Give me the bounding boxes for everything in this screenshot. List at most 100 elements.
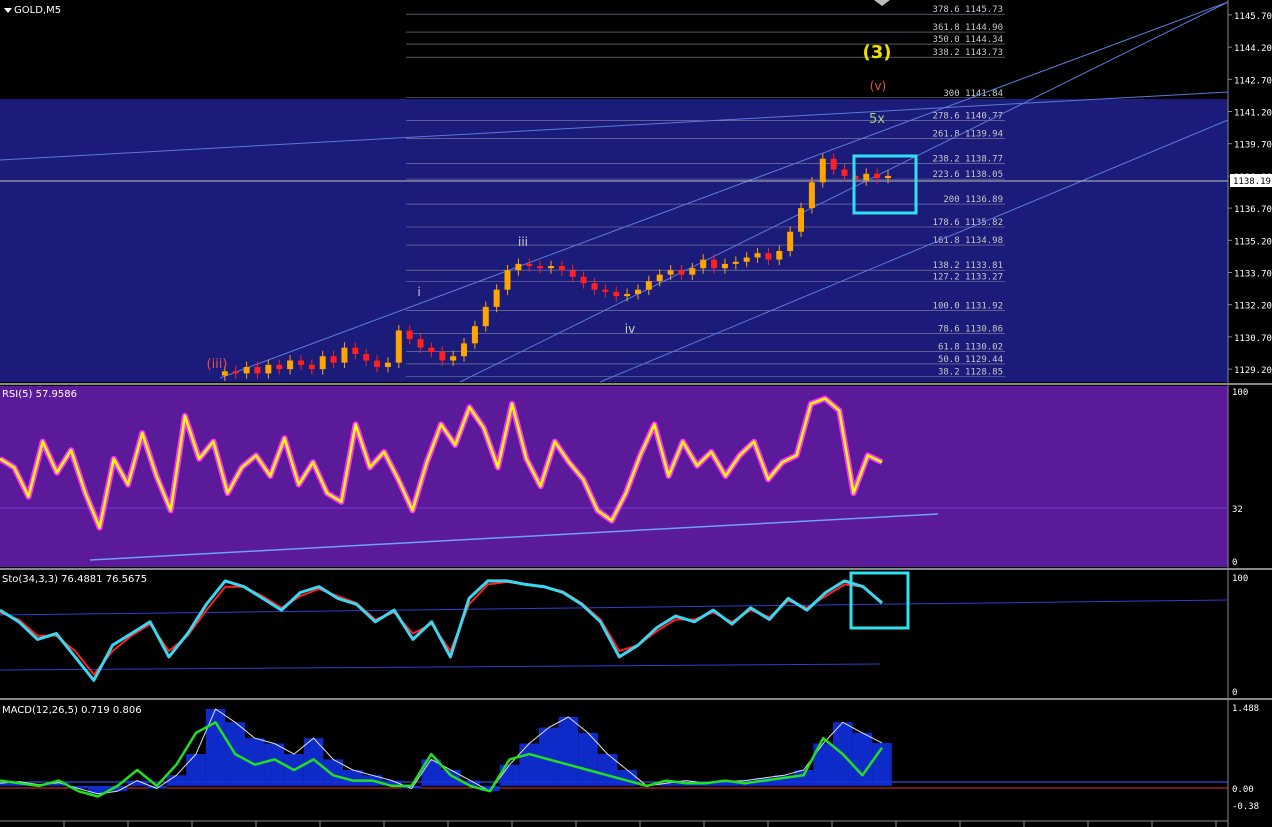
candle-body (341, 347, 348, 363)
macd-axis-zero: 0.00 (1232, 785, 1254, 795)
candle-body (287, 360, 294, 370)
candle-body (645, 281, 652, 290)
fib-level-label: 178.6 1135.82 (933, 218, 1003, 228)
fib-level-label: 361.8 1144.90 (933, 23, 1003, 33)
candle-body (808, 182, 815, 209)
candle-body (439, 351, 446, 361)
candle-body (754, 253, 761, 258)
macd-histogram-bar (205, 709, 226, 786)
stochastic-panel[interactable] (0, 571, 1228, 697)
fib-level-label: 238.2 1138.77 (933, 155, 1003, 165)
fib-level-label: 138.2 1133.81 (933, 261, 1003, 271)
candle-body (308, 364, 315, 370)
rsi-title: RSI(5) 57.9586 (2, 389, 77, 400)
candle-body (558, 266, 565, 271)
candle-body (297, 360, 304, 365)
macd-axis-min: -0.38 (1232, 802, 1259, 812)
candle-body (319, 356, 326, 370)
macd-histogram-bar (186, 754, 206, 786)
candle-body (863, 173, 870, 181)
price-axis-label: 1144.20 (1234, 44, 1272, 54)
fib-level-label: 200 1136.89 (943, 195, 1003, 205)
candle-body (711, 259, 718, 269)
price-axis-label: 1130.70 (1234, 334, 1272, 344)
price-axis-label: 1129.20 (1234, 366, 1272, 376)
candle-body (765, 253, 772, 260)
candle-body (276, 364, 283, 370)
wave-label: iii (518, 235, 528, 249)
sto-title: Sto(34,3,3) 76.4881 76.5675 (2, 574, 147, 585)
macd-histogram-bar (519, 743, 539, 786)
candle-body (406, 330, 413, 340)
candle-body (450, 356, 457, 361)
fib-level-label: 350.0 1144.34 (933, 35, 1003, 45)
candle-body (841, 169, 848, 176)
candle-body (689, 268, 696, 275)
candle-body (830, 158, 837, 170)
price-axis-label: 1142.70 (1234, 76, 1272, 86)
candle-body (721, 263, 728, 269)
fib-level-label: 278.6 1140.77 (933, 112, 1003, 122)
price-axis-label: 1132.20 (1234, 302, 1272, 312)
candle-body (678, 270, 685, 275)
candle-body (743, 257, 750, 262)
price-axis-label: 1135.20 (1234, 237, 1272, 247)
candle-body (243, 366, 250, 374)
candle-body (591, 283, 598, 290)
sto-axis-0: 0 (1232, 688, 1237, 698)
candle-body (798, 208, 805, 232)
price-axis-label: 1145.70 (1234, 12, 1272, 22)
candle-body (580, 276, 587, 284)
fib-level-label: 161.8 1134.98 (933, 236, 1003, 246)
rsi-axis-100: 100 (1232, 388, 1248, 398)
rsi-axis-32: 32 (1232, 505, 1243, 515)
fib-level-label: 100.0 1131.92 (933, 302, 1003, 312)
candle-body (569, 270, 576, 277)
candle-body (265, 364, 272, 374)
symbol-label: GOLD,M5 (14, 5, 61, 16)
candle-body (254, 366, 261, 374)
macd-axis-max: 1.488 (1232, 704, 1259, 714)
candle-body (602, 289, 609, 292)
fib-level-label: 78.6 1130.86 (938, 324, 1003, 334)
candle-body (232, 371, 239, 374)
macd-title: MACD(12,26,5) 0.719 0.806 (2, 705, 142, 716)
candle-body (363, 354, 370, 361)
candle-body (493, 289, 500, 307)
sto-axis-100: 100 (1232, 574, 1248, 584)
macd-histogram-bar (499, 764, 520, 786)
candle-body (548, 266, 554, 269)
candle-body (428, 347, 435, 352)
candle-body (482, 306, 489, 327)
candle-body (819, 158, 826, 183)
fib-level-label: 38.2 1128.85 (938, 368, 1003, 378)
wave-label: 5x (869, 112, 885, 127)
candle-body (634, 289, 641, 294)
macd-histogram-bar (166, 775, 187, 786)
candle-body (471, 326, 478, 344)
fib-level-label: 378.6 1145.73 (933, 5, 1003, 15)
wave-label: (3) (863, 42, 892, 63)
current-price-value: 1138.19 (1233, 177, 1271, 187)
fib-level-label: 61.8 1130.02 (938, 343, 1003, 353)
candle-body (667, 270, 674, 275)
time-axis-ticks (63, 821, 1217, 827)
candle-body (624, 293, 631, 297)
macd-histogram-bar (264, 743, 285, 786)
price-axis-label: 1139.70 (1234, 141, 1272, 151)
candle-body (885, 175, 891, 179)
wave-label: i (417, 285, 420, 299)
candle-body (787, 231, 794, 252)
candle-body (461, 343, 468, 357)
macd-histogram-bar (597, 754, 618, 786)
candle-body (537, 266, 544, 269)
candle-body (776, 251, 783, 260)
candle-body (874, 173, 881, 179)
candle-body (330, 356, 337, 363)
candle-body (395, 330, 402, 363)
price-axis-label: 1136.70 (1234, 205, 1272, 215)
candle-body (374, 360, 381, 367)
candle-body (732, 261, 739, 264)
price-axis-label: 1133.70 (1234, 270, 1272, 280)
wave-label: iv (625, 322, 635, 336)
